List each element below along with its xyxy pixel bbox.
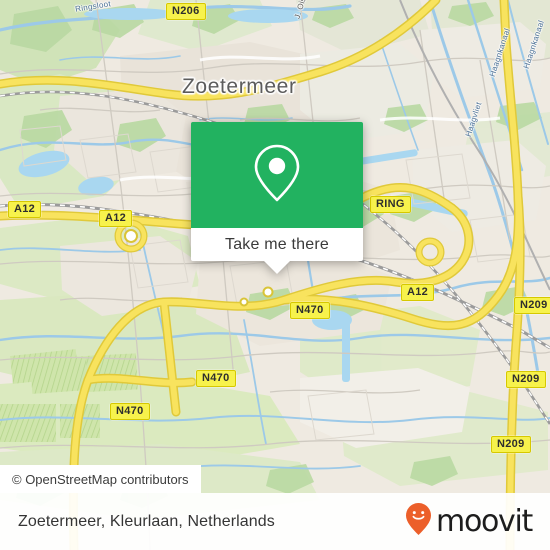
- highway-shield-n209[interactable]: N209: [514, 297, 550, 314]
- moovit-smiley-pin-icon: [405, 502, 432, 541]
- highway-shield-a12[interactable]: A12: [8, 201, 42, 218]
- highway-shield-n206[interactable]: N206: [166, 3, 206, 20]
- highway-shield-ring[interactable]: RING: [370, 196, 411, 213]
- callout-pointer: [264, 261, 290, 274]
- take-me-there-callout[interactable]: Take me there: [191, 122, 363, 274]
- callout-action-bar[interactable]: Take me there: [191, 228, 363, 261]
- highway-shield-n209[interactable]: N209: [506, 371, 546, 388]
- location-title: Zoetermeer, Kleurlaan, Netherlands: [18, 512, 275, 530]
- highway-shield-n209[interactable]: N209: [491, 436, 531, 453]
- location-pin-icon: [252, 142, 302, 209]
- highway-shield-n470[interactable]: N470: [110, 403, 150, 420]
- footer-bar: Zoetermeer, Kleurlaan, Netherlands moovi…: [0, 493, 550, 550]
- attribution-text: © OpenStreetMap contributors: [12, 471, 189, 487]
- callout-label: Take me there: [225, 235, 329, 253]
- map-screenshot: Zoetermeer Ringsloot Haagvliet Haagnkana…: [0, 0, 550, 550]
- moovit-wordmark: moovit: [436, 504, 533, 539]
- map-attribution[interactable]: © OpenStreetMap contributors: [0, 465, 201, 493]
- highway-shield-n470[interactable]: N470: [290, 302, 330, 319]
- callout-icon-area: [191, 122, 363, 228]
- moovit-logo[interactable]: moovit: [405, 502, 533, 541]
- highway-shield-n470[interactable]: N470: [196, 370, 236, 387]
- highway-shield-a12[interactable]: A12: [99, 210, 133, 227]
- highway-shield-a12[interactable]: A12: [401, 284, 435, 301]
